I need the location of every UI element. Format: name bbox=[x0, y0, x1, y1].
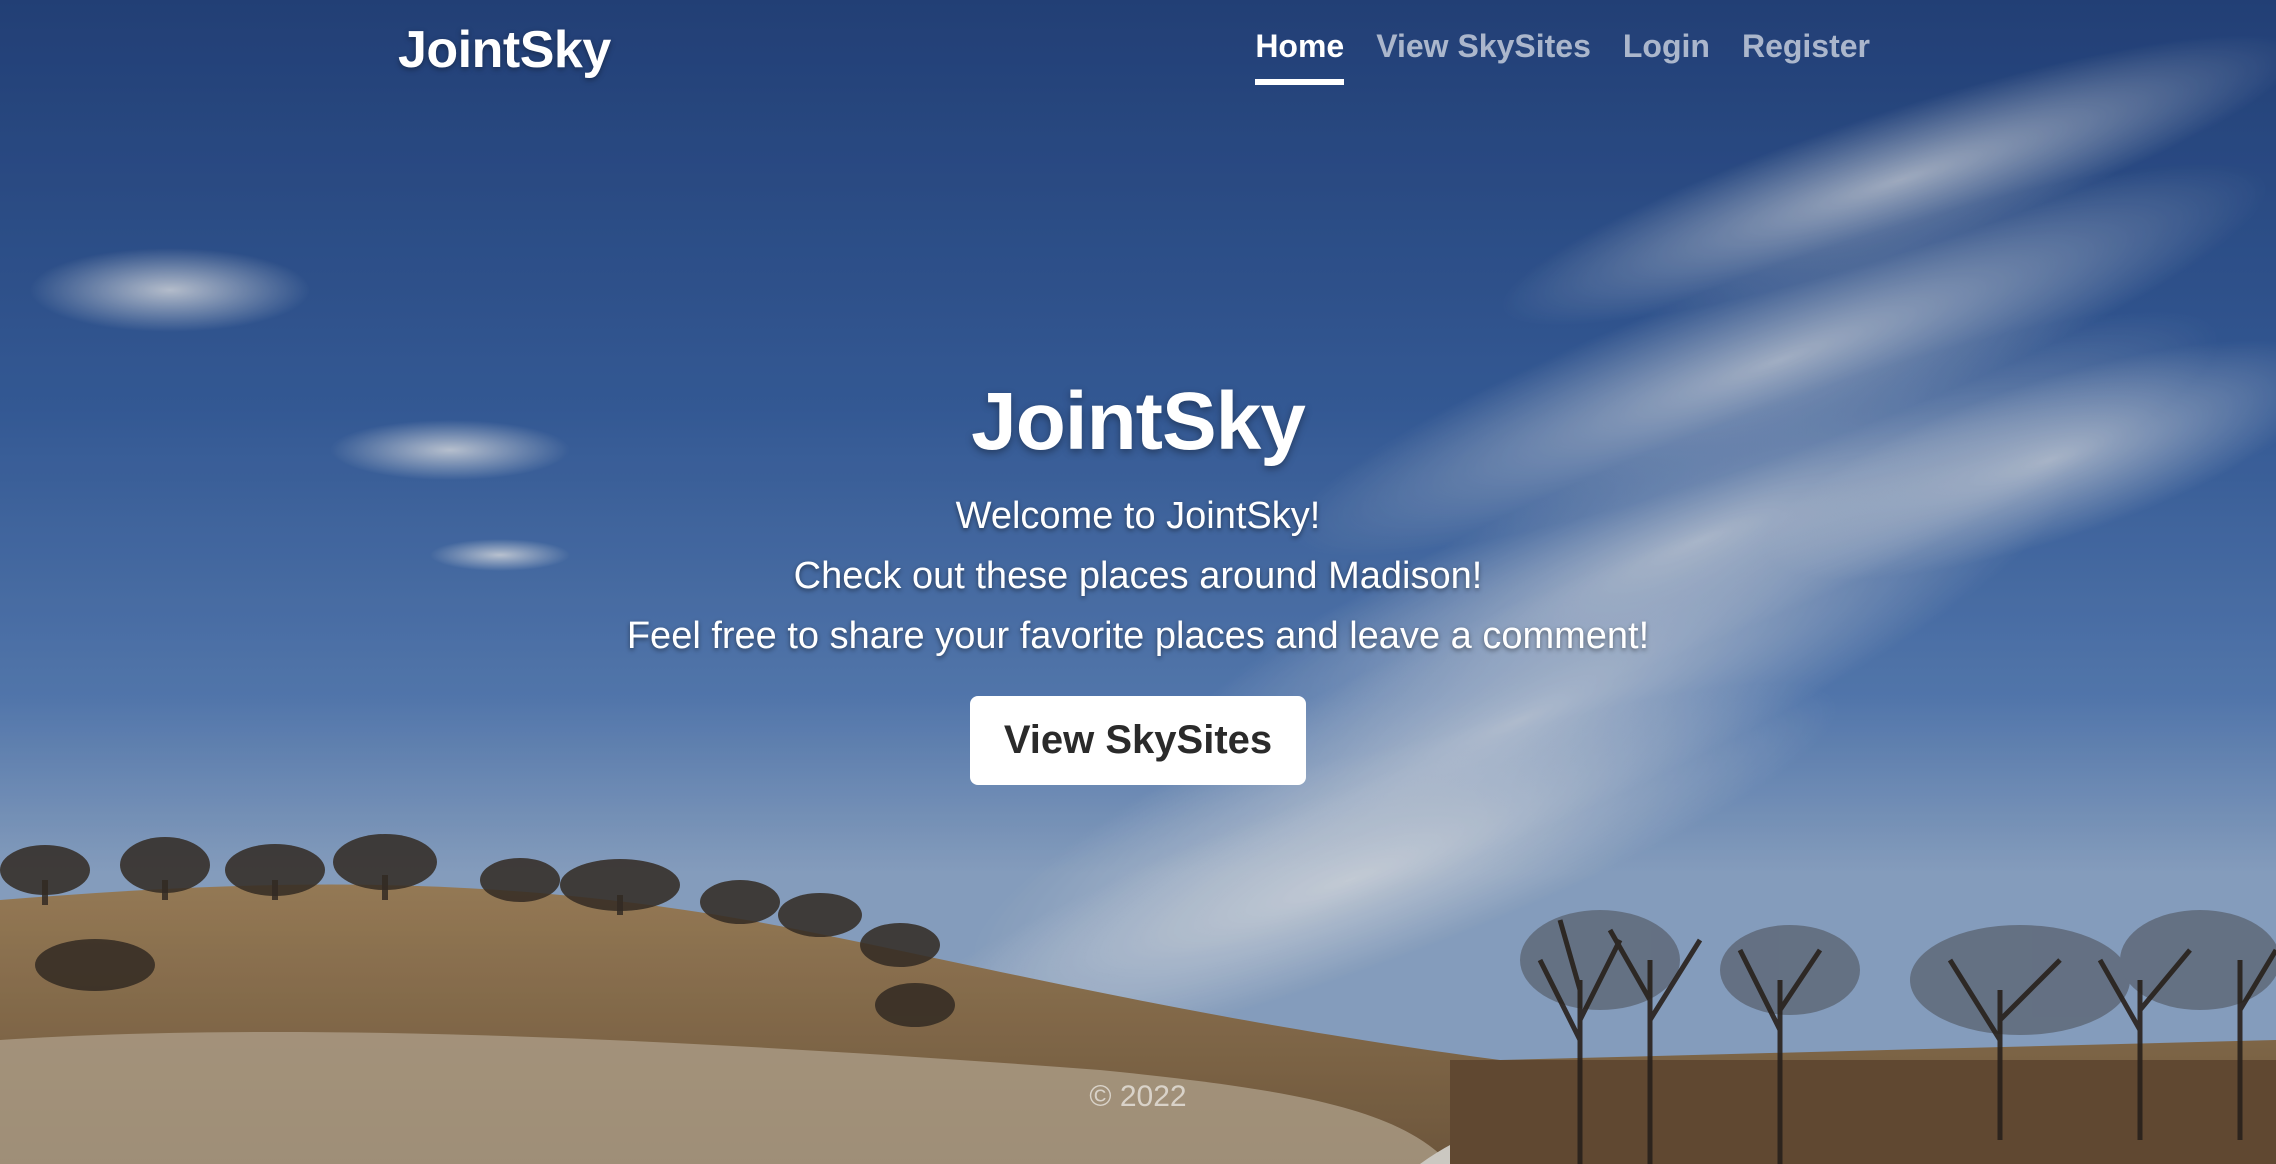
footer-copyright: © 2022 bbox=[1089, 1080, 1187, 1113]
hero-text: Welcome to JointSky! Check out these pla… bbox=[0, 486, 2276, 666]
hero-section: JointSky Welcome to JointSky! Check out … bbox=[0, 372, 2276, 785]
hero-title: JointSky bbox=[971, 376, 1306, 467]
hero-line-share: Feel free to share your favorite places … bbox=[626, 615, 1650, 657]
hero-line-welcome: Welcome to JointSky! bbox=[955, 495, 1321, 537]
hero-line-places: Check out these places around Madison! bbox=[793, 555, 1483, 597]
nav-links: Home View SkySites Login Register bbox=[1255, 28, 1870, 85]
brand-logo[interactable]: JointSky bbox=[398, 20, 611, 80]
view-skysites-button[interactable]: View SkySites bbox=[969, 696, 1307, 785]
nav-link-login[interactable]: Login bbox=[1623, 28, 1710, 85]
page: JointSky Home View SkySites Login Regist… bbox=[0, 0, 2276, 1164]
nav-link-register[interactable]: Register bbox=[1742, 28, 1870, 85]
nav-link-home[interactable]: Home bbox=[1255, 28, 1345, 85]
nav-link-view-skysites[interactable]: View SkySites bbox=[1376, 28, 1591, 85]
navbar: JointSky Home View SkySites Login Regist… bbox=[0, 0, 2276, 100]
